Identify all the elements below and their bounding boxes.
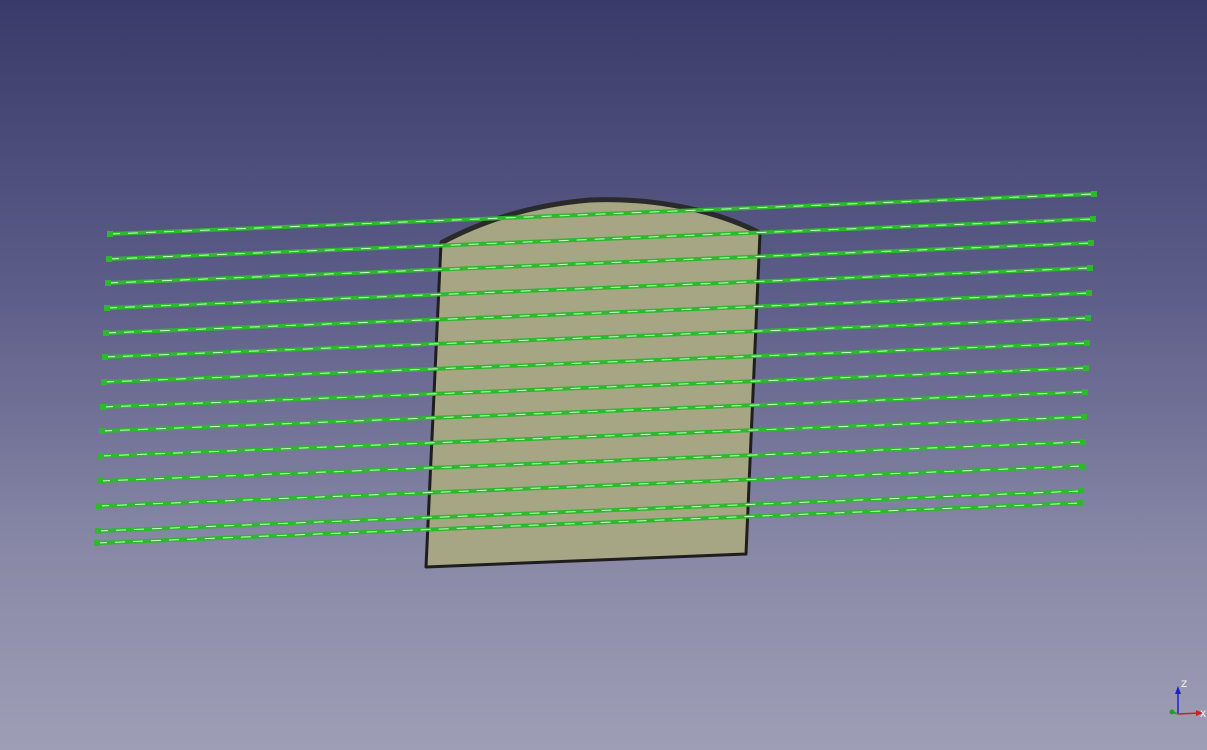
3d-viewport[interactable]: Z X xyxy=(0,0,1207,750)
x-axis-label: X xyxy=(1200,710,1206,720)
z-axis-label: Z xyxy=(1181,680,1187,690)
y-axis-dot-icon xyxy=(1169,709,1175,715)
scene-canvas[interactable]: Z X xyxy=(0,0,1207,750)
axis-indicator[interactable]: Z X xyxy=(1169,680,1207,720)
